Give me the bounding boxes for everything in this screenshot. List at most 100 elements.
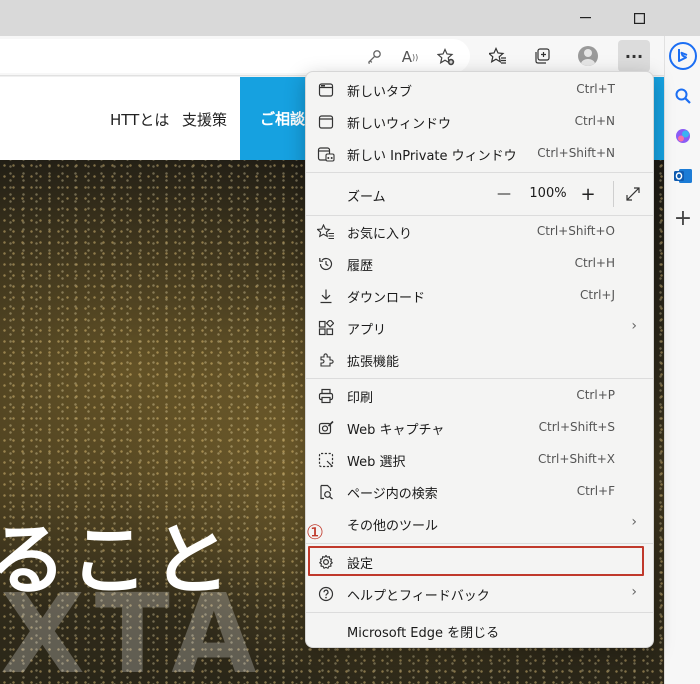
menu-label: アプリ (347, 323, 387, 338)
add-favorite-icon[interactable] (436, 47, 456, 67)
outlook-button[interactable] (669, 162, 697, 190)
inprivate-icon (315, 143, 337, 165)
zoom-divider (613, 181, 614, 207)
menu-shortcut: Ctrl+Shift+X (538, 452, 615, 466)
zoom-in-button[interactable]: + (574, 181, 602, 207)
add-icon: + (673, 205, 693, 231)
outlook-icon (674, 169, 692, 183)
more-icon: ··· (624, 46, 644, 66)
chevron-right-icon: › (631, 318, 637, 334)
menu-divider (306, 172, 653, 173)
menu-item-new-window[interactable]: 新しいウィンドウ Ctrl+N (306, 106, 653, 138)
menu-shortcut: Ctrl+N (574, 114, 615, 128)
plus-icon: + (580, 183, 596, 205)
extensions-icon (315, 349, 337, 371)
bing-button[interactable] (669, 42, 697, 70)
download-icon (315, 285, 337, 307)
zoom-label: ズーム (347, 190, 386, 205)
web-capture-icon (315, 417, 337, 439)
zoom-row: ズーム — 100% + (306, 175, 653, 213)
menu-item-close-edge[interactable]: Microsoft Edge を閉じる (306, 615, 653, 647)
bing-icon (669, 42, 697, 70)
print-icon (315, 385, 337, 407)
menu-item-web-capture[interactable]: Web キャプチャ Ctrl+Shift+S (306, 412, 653, 444)
copilot-icon (676, 129, 690, 143)
add-sidebar-app-button[interactable]: + (669, 204, 697, 232)
menu-label: 新しいウィンドウ (347, 117, 452, 132)
menu-item-inprivate-window[interactable]: 新しい InPrivate ウィンドウ Ctrl+Shift+N (306, 138, 653, 170)
menu-item-favorites[interactable]: お気に入り Ctrl+Shift+O (306, 216, 653, 248)
menu-label: Web キャプチャ (347, 423, 445, 438)
browser-toolbar: A)) ··· (0, 36, 700, 76)
more-button[interactable]: ··· (618, 40, 650, 72)
menu-divider (306, 612, 653, 613)
menu-label: 印刷 (347, 391, 374, 406)
hero-headline: ること (0, 516, 235, 606)
favorites-icon (315, 221, 337, 243)
menu-item-more-tools[interactable]: その他のツール › (306, 508, 653, 540)
menu-label: 拡張機能 (347, 355, 400, 370)
maximize-icon (633, 12, 645, 24)
profile-button[interactable] (572, 40, 604, 72)
chevron-right-icon: › (631, 584, 637, 600)
menu-shortcut: Ctrl+Shift+S (538, 420, 615, 434)
title-bar (0, 0, 700, 36)
help-icon (315, 583, 337, 605)
collections-button[interactable] (526, 40, 558, 72)
zoom-level: 100% (529, 186, 567, 201)
menu-item-downloads[interactable]: ダウンロード Ctrl+J (306, 280, 653, 312)
menu-label: 履歴 (347, 259, 374, 274)
menu-shortcut: Ctrl+J (580, 288, 615, 302)
menu-label: ヘルプとフィードバック (347, 589, 490, 604)
edge-sidebar: + (664, 36, 700, 684)
maximize-button[interactable] (616, 0, 662, 36)
new-window-icon (315, 111, 337, 133)
address-bar[interactable]: A)) (0, 39, 470, 73)
profile-icon (578, 46, 598, 66)
menu-divider (306, 543, 653, 544)
menu-item-print[interactable]: 印刷 Ctrl+P (306, 380, 653, 412)
find-icon (315, 481, 337, 503)
menu-item-web-select[interactable]: Web 選択 Ctrl+Shift+X (306, 444, 653, 476)
copilot-button[interactable] (669, 122, 697, 150)
menu-shortcut: Ctrl+P (576, 388, 615, 402)
web-select-icon (315, 449, 337, 471)
menu-item-help-feedback[interactable]: ヘルプとフィードバック › (306, 578, 653, 610)
menu-item-history[interactable]: 履歴 Ctrl+H (306, 248, 653, 280)
menu-item-new-tab[interactable]: 新しいタブ Ctrl+T (306, 74, 653, 106)
menu-label: お気に入り (347, 227, 413, 242)
history-icon (315, 253, 337, 275)
minimize-icon (579, 17, 591, 19)
menu-shortcut: Ctrl+Shift+N (537, 146, 615, 160)
menu-shortcut: Ctrl+Shift+O (536, 224, 615, 238)
menu-label: ダウンロード (347, 291, 426, 306)
key-icon[interactable] (364, 47, 384, 67)
menu-label: 新しい InPrivate ウィンドウ (347, 149, 517, 164)
zoom-out-button[interactable]: — (490, 181, 518, 207)
favorites-button[interactable] (482, 40, 514, 72)
menu-label: Microsoft Edge を閉じる (347, 626, 500, 641)
menu-item-extensions[interactable]: 拡張機能 (306, 344, 653, 376)
menu-label: ページ内の検索 (347, 487, 438, 502)
menu-shortcut: Ctrl+H (574, 256, 615, 270)
menu-shortcut: Ctrl+F (576, 484, 615, 498)
nav-link-about[interactable]: HTTとは (110, 109, 169, 130)
menu-divider (306, 378, 653, 379)
menu-shortcut: Ctrl+T (576, 82, 615, 96)
favorites-icon (489, 47, 506, 64)
fullscreen-button[interactable] (619, 181, 647, 207)
menu-item-apps[interactable]: アプリ › (306, 312, 653, 344)
consult-label: ご相談 (260, 110, 306, 128)
new-tab-icon (315, 79, 337, 101)
search-icon (675, 88, 691, 104)
settings-highlight-box (308, 546, 644, 576)
menu-item-find-on-page[interactable]: ページ内の検索 Ctrl+F (306, 476, 653, 508)
read-aloud-icon[interactable]: A)) (400, 47, 420, 67)
step-marker: ① (306, 520, 324, 544)
menu-label: Web 選択 (347, 455, 406, 470)
nav-link-support[interactable]: 支援策 (182, 109, 227, 130)
minimize-button[interactable] (562, 0, 608, 36)
chevron-right-icon: › (631, 514, 637, 530)
fullscreen-icon (626, 187, 640, 201)
search-button[interactable] (669, 82, 697, 110)
